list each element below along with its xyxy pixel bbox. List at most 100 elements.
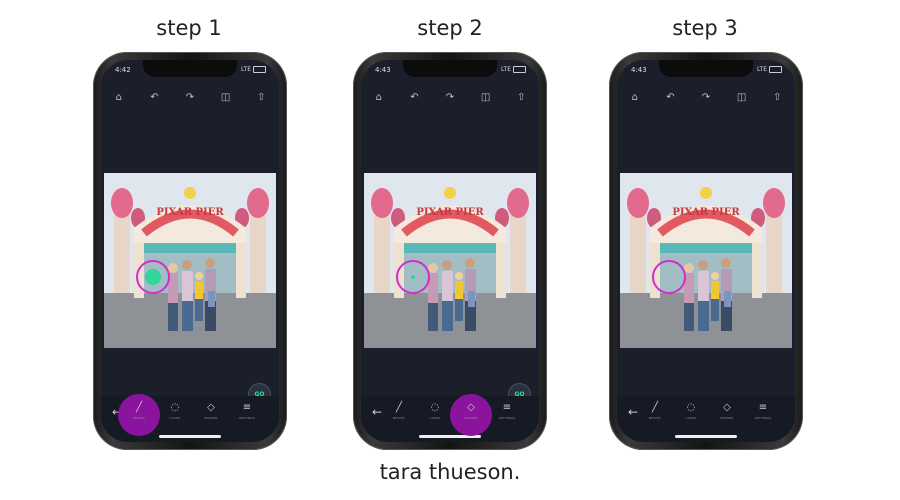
- photo-canvas[interactable]: PIXAR PIER: [104, 173, 276, 348]
- pixar-pier-sign: PIXAR PIER: [672, 207, 740, 218]
- photo-canvas[interactable]: PIXAR PIER: [364, 173, 536, 348]
- tool-label: SETTINGS: [754, 416, 772, 420]
- status-bar-right: LTE: [241, 66, 266, 73]
- tool-brush[interactable]: ╱ BRUSH: [383, 402, 415, 420]
- tool-label: ERASER: [720, 416, 734, 420]
- tool-eraser[interactable]: ◇ ERASER: [195, 402, 227, 420]
- brush-icon: ╱: [651, 402, 659, 413]
- battery-icon: [513, 66, 526, 73]
- phone-step-2: 4:43 LTE ⌂ ↶ ↷ ◫ ⇧ PIXAR PIER GO ← ╱ BRU…: [353, 52, 547, 450]
- active-tool-highlight: [118, 394, 160, 436]
- eraser-icon: ◇: [467, 402, 475, 413]
- home-icon[interactable]: ⌂: [369, 92, 389, 103]
- phone-step-1: 4:42 LTE ⌂ ↶ ↷ ◫ ⇧ PIXAR PIER GO ← ╱ BRU…: [93, 52, 287, 450]
- tool-settings[interactable]: ≡ SETTINGS: [491, 402, 523, 420]
- lasso-icon: ◌: [170, 402, 180, 413]
- tool-lasso[interactable]: ◌ LASSO: [675, 402, 707, 420]
- home-icon[interactable]: ⌂: [109, 92, 129, 103]
- active-tool-highlight: [450, 394, 492, 436]
- tool-label: SETTINGS: [238, 416, 256, 420]
- tool-eraser[interactable]: ◇ ERASER: [450, 394, 492, 436]
- app-screen: 4:43 LTE ⌂ ↶ ↷ ◫ ⇧: [361, 60, 539, 442]
- tool-label: LASSO: [429, 416, 441, 420]
- photo-image: PIXAR PIER: [364, 173, 536, 348]
- step-1-title: step 1: [156, 16, 222, 40]
- notch: [403, 60, 497, 77]
- lasso-icon: ◌: [430, 402, 440, 413]
- brush-icon: ╱: [395, 402, 403, 413]
- bottom-toolbar: ← ╱ BRUSH ◌ LASSO ◇ ERASER ≡ SETTINGS: [101, 394, 279, 442]
- tool-label: LASSO: [169, 416, 181, 420]
- tool-brush[interactable]: ╱ BRUSH: [118, 394, 160, 436]
- redo-icon[interactable]: ↷: [440, 92, 460, 103]
- notch: [659, 60, 753, 77]
- compare-icon[interactable]: ◫: [216, 92, 236, 103]
- bottom-toolbar: ← ╱ BRUSH ◌ LASSO ◇ ERASER ≡ SETTINGS: [617, 396, 795, 442]
- brush-dot: [411, 275, 415, 279]
- tool-settings[interactable]: ≡ SETTINGS: [747, 402, 779, 420]
- home-indicator: [675, 435, 737, 438]
- status-bar-right: LTE: [757, 66, 782, 73]
- tool-label: ERASER: [204, 416, 218, 420]
- signal-text: LTE: [241, 66, 251, 73]
- redo-icon[interactable]: ↷: [180, 92, 200, 103]
- tool-lasso[interactable]: ◌ LASSO: [419, 402, 451, 420]
- status-time: 4:42: [115, 66, 131, 74]
- credit-text: tara thueson.: [379, 460, 521, 484]
- tool-label: BRUSH: [649, 416, 661, 420]
- signal-text: LTE: [501, 66, 511, 73]
- brush-dot: [145, 269, 161, 285]
- photo-canvas[interactable]: PIXAR PIER: [620, 173, 792, 348]
- bottom-toolbar: ← ╱ BRUSH ◌ LASSO ◇ ERASER ≡ SETTINGS: [361, 394, 539, 442]
- back-arrow-icon[interactable]: ←: [628, 405, 638, 419]
- tool-lasso[interactable]: ◌ LASSO: [159, 402, 191, 420]
- undo-icon[interactable]: ↶: [660, 92, 680, 103]
- settings-icon: ≡: [502, 402, 512, 413]
- tool-brush[interactable]: ╱ BRUSH: [639, 402, 671, 420]
- photo-image: PIXAR PIER: [620, 173, 792, 348]
- tool-settings[interactable]: ≡ SETTINGS: [231, 402, 263, 420]
- undo-icon[interactable]: ↶: [144, 92, 164, 103]
- redo-icon[interactable]: ↷: [696, 92, 716, 103]
- pixar-pier-sign: PIXAR PIER: [416, 207, 484, 218]
- share-icon[interactable]: ⇧: [511, 92, 531, 103]
- settings-icon: ≡: [242, 402, 252, 413]
- brush-icon: ╱: [135, 402, 143, 413]
- home-icon[interactable]: ⌂: [625, 92, 645, 103]
- compare-icon[interactable]: ◫: [476, 92, 496, 103]
- status-time: 4:43: [631, 66, 647, 74]
- tool-label: BRUSH: [133, 416, 145, 420]
- battery-icon: [769, 66, 782, 73]
- step-2-title: step 2: [417, 16, 483, 40]
- top-toolbar: ⌂ ↶ ↷ ◫ ⇧: [617, 87, 795, 107]
- selection-ring: [652, 260, 686, 294]
- battery-icon: [253, 66, 266, 73]
- phone-step-3: 4:43 LTE ⌂ ↶ ↷ ◫ ⇧ PIXAR PIER ← ╱ BRUSH …: [609, 52, 803, 450]
- status-bar-right: LTE: [501, 66, 526, 73]
- settings-icon: ≡: [758, 402, 768, 413]
- photo-image: PIXAR PIER: [104, 173, 276, 348]
- share-icon[interactable]: ⇧: [767, 92, 787, 103]
- signal-text: LTE: [757, 66, 767, 73]
- undo-icon[interactable]: ↶: [404, 92, 424, 103]
- app-screen: 4:42 LTE ⌂ ↶ ↷ ◫ ⇧ PIXAR PIER GO ← ╱ BRU…: [101, 60, 279, 442]
- notch: [143, 60, 237, 77]
- tool-label: LASSO: [685, 416, 697, 420]
- compare-icon[interactable]: ◫: [732, 92, 752, 103]
- top-toolbar: ⌂ ↶ ↷ ◫ ⇧: [101, 87, 279, 107]
- share-icon[interactable]: ⇧: [251, 92, 271, 103]
- tool-label: ERASER: [464, 416, 478, 420]
- home-indicator: [159, 435, 221, 438]
- eraser-icon: ◇: [207, 402, 215, 413]
- top-toolbar: ⌂ ↶ ↷ ◫ ⇧: [361, 87, 539, 107]
- tool-eraser[interactable]: ◇ ERASER: [711, 402, 743, 420]
- pixar-pier-sign: PIXAR PIER: [156, 207, 224, 218]
- tool-label: BRUSH: [393, 416, 405, 420]
- tool-label: SETTINGS: [498, 416, 516, 420]
- eraser-icon: ◇: [723, 402, 731, 413]
- status-time: 4:43: [375, 66, 391, 74]
- lasso-icon: ◌: [686, 402, 696, 413]
- step-3-title: step 3: [672, 16, 738, 40]
- back-arrow-icon[interactable]: ←: [372, 405, 382, 419]
- app-screen: 4:43 LTE ⌂ ↶ ↷ ◫ ⇧: [617, 60, 795, 442]
